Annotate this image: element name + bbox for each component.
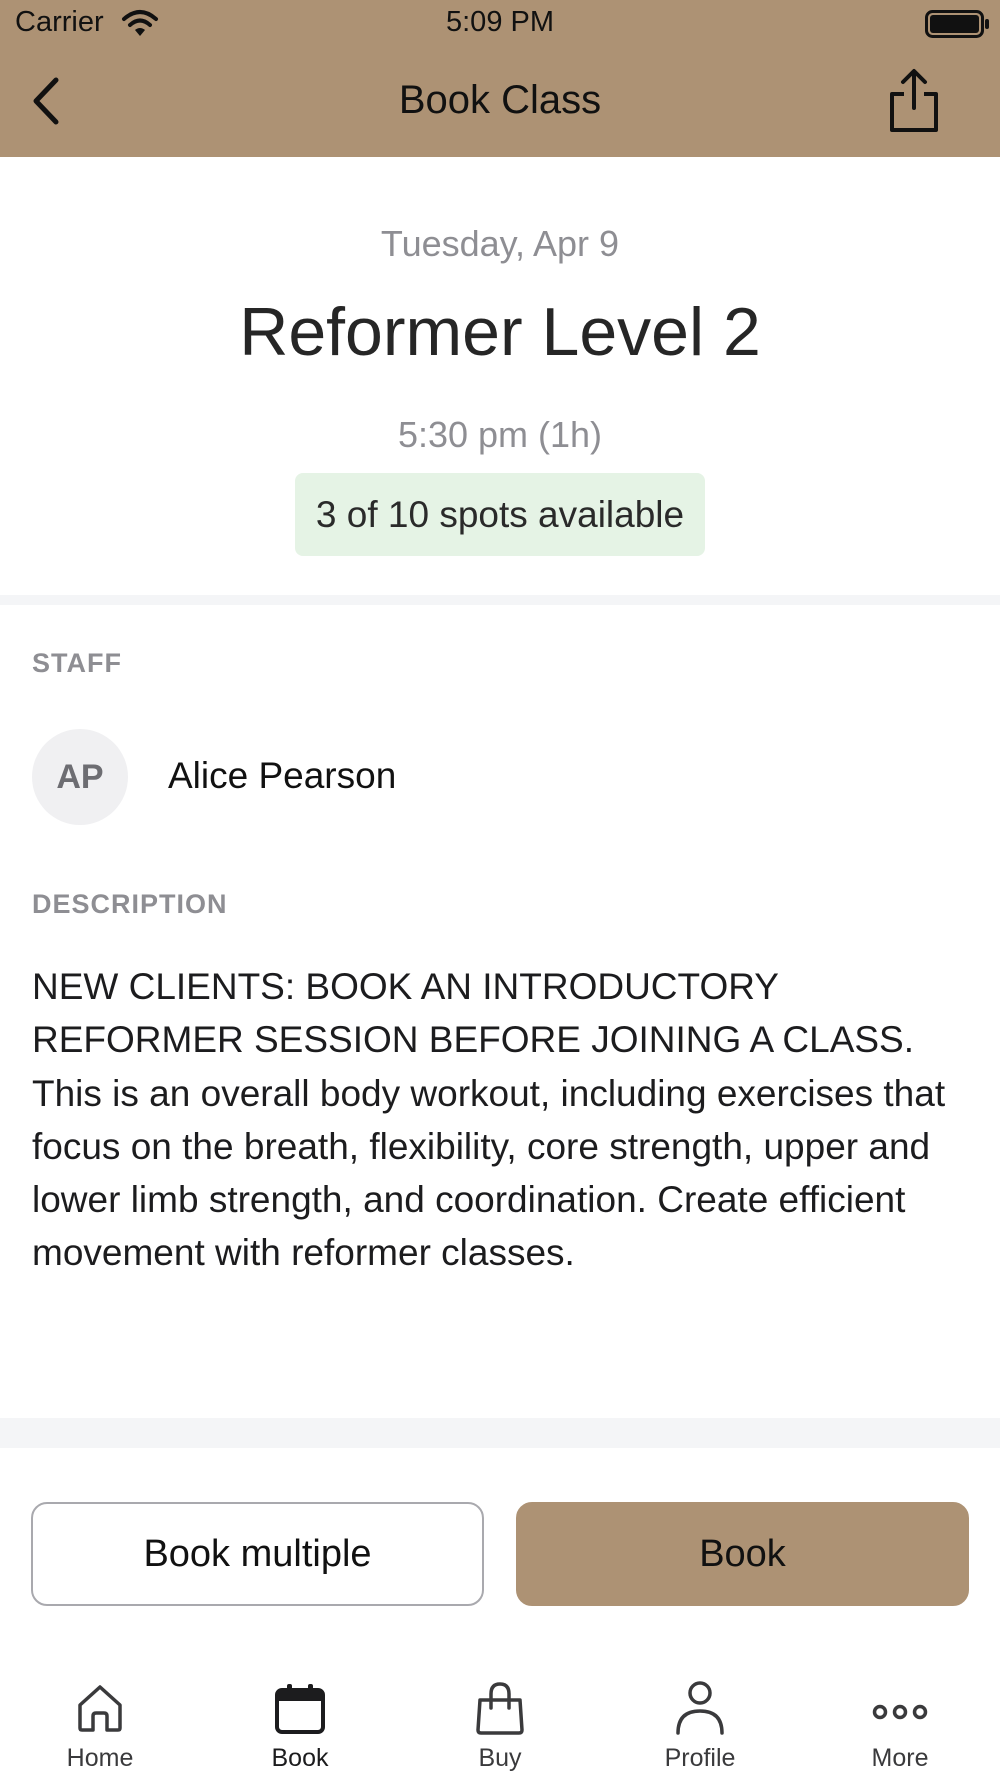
tab-label: Home xyxy=(66,1744,134,1772)
shopping-bag-icon xyxy=(476,1682,524,1735)
class-description: NEW CLIENTS: BOOK AN INTRODUCTORY REFORM… xyxy=(32,966,946,1274)
tab-label: More xyxy=(871,1744,929,1772)
tab-profile[interactable]: Profile xyxy=(600,1650,800,1778)
more-dots-icon xyxy=(872,1704,928,1720)
class-summary: Tuesday, Apr 9 Reformer Level 2 5:30 pm … xyxy=(0,157,1000,595)
calendar-icon xyxy=(275,1684,325,1734)
share-icon[interactable] xyxy=(886,68,942,134)
description-section-label: DESCRIPTION xyxy=(32,889,228,919)
class-name: Reformer Level 2 xyxy=(239,294,761,370)
home-icon xyxy=(78,1685,122,1732)
section-divider xyxy=(0,595,1000,605)
availability-badge: 3 of 10 spots available xyxy=(295,473,705,556)
avatar: AP xyxy=(32,729,128,825)
status-time: 5:09 PM xyxy=(446,6,554,38)
book-multiple-button[interactable]: Book multiple xyxy=(31,1502,484,1606)
tab-label: Buy xyxy=(478,1744,522,1772)
person-icon xyxy=(676,1681,724,1735)
staff-section-label: STAFF xyxy=(32,648,122,678)
nav-header: Carrier 5:09 PM Book Class xyxy=(0,0,1000,157)
tab-label: Book xyxy=(271,1744,329,1772)
tab-home[interactable]: Home xyxy=(0,1650,200,1778)
book-button[interactable]: Book xyxy=(516,1502,969,1606)
battery-icon xyxy=(925,10,989,38)
class-date: Tuesday, Apr 9 xyxy=(380,223,620,264)
tab-book[interactable]: Book xyxy=(200,1650,400,1778)
section-divider xyxy=(0,1418,1000,1448)
tab-bar: Home Book Buy Profile More xyxy=(0,1650,1000,1778)
class-time: 5:30 pm (1h) xyxy=(397,414,603,455)
status-bar: Carrier 5:09 PM xyxy=(0,0,1000,50)
tab-label: Profile xyxy=(664,1744,736,1772)
tab-buy[interactable]: Buy xyxy=(400,1650,600,1778)
staff-name[interactable]: Alice Pearson xyxy=(168,755,396,797)
page-title: Book Class xyxy=(398,78,602,122)
tab-more[interactable]: More xyxy=(800,1650,1000,1778)
